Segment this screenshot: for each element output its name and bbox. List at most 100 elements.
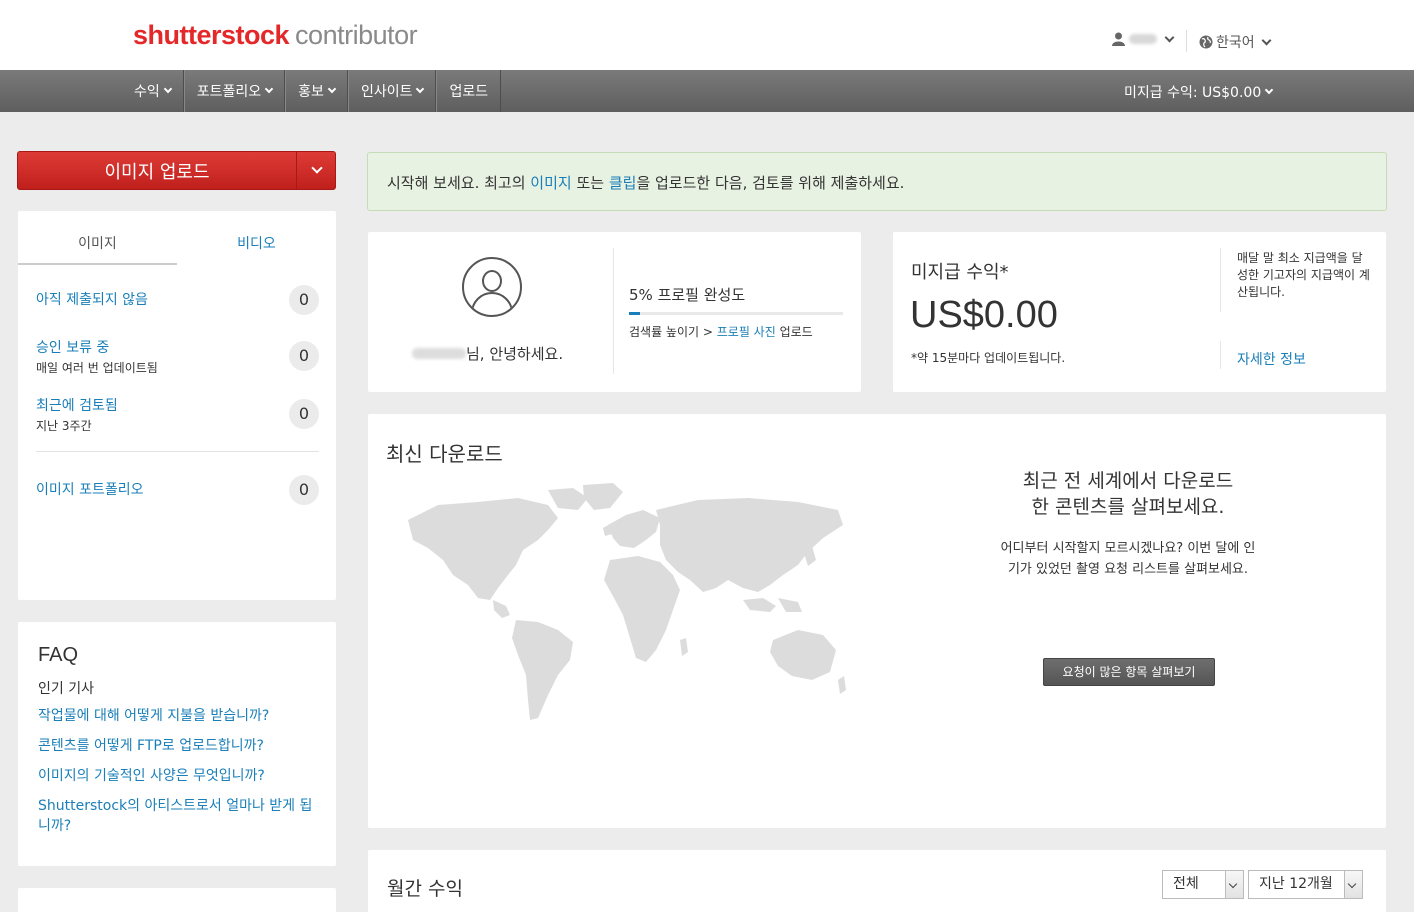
header-divider bbox=[1186, 30, 1187, 52]
status-title[interactable]: 이미지 포트폴리오 bbox=[36, 479, 319, 499]
downloads-title: 최신 다운로드 bbox=[386, 442, 503, 466]
media-tabs: 이미지 비디오 bbox=[18, 229, 336, 265]
chevron-down-icon bbox=[1347, 879, 1357, 889]
nav-label: 업로드 bbox=[449, 84, 489, 100]
progress-fill bbox=[629, 312, 640, 315]
select-value: 전체 bbox=[1173, 876, 1199, 892]
faq-link[interactable]: 이미지의 기술적인 사양은 무엇입니까? bbox=[38, 766, 318, 786]
monthly-title: 월간 수익 bbox=[387, 878, 463, 900]
status-row-recently-reviewed[interactable]: 최근에 검토됨 지난 3주간 0 bbox=[36, 395, 319, 434]
select-value: 지난 12개월 bbox=[1259, 876, 1333, 892]
chevron-down-icon bbox=[163, 84, 173, 94]
language-label: 한국어 bbox=[1216, 35, 1255, 51]
status-count: 0 bbox=[289, 475, 319, 505]
chevron-down-icon bbox=[327, 84, 337, 94]
nav-item-upload[interactable]: 업로드 bbox=[436, 70, 502, 112]
submission-status-panel: 이미지 비디오 아직 제출되지 않음 0 승인 보류 중 매일 여러 번 업데이… bbox=[18, 211, 336, 600]
status-row-portfolio[interactable]: 이미지 포트폴리오 0 bbox=[36, 475, 319, 505]
tip-text: 검색률 높이기 > bbox=[629, 325, 717, 339]
getting-started-alert: 시작해 보세요. 최고의 이미지 또는 클립을 업로드한 다음, 검토를 위해 … bbox=[367, 152, 1387, 211]
select-arrow bbox=[1344, 871, 1362, 898]
user-icon bbox=[1112, 32, 1125, 46]
profile-photo-link[interactable]: 프로필 사진 bbox=[717, 325, 776, 339]
language-selector[interactable]: 한국어 bbox=[1199, 32, 1272, 52]
status-title[interactable]: 승인 보류 중 bbox=[36, 337, 319, 357]
downloads-description: 어디부터 시작할지 모르시겠나요? 이번 달에 인기가 있었던 촬영 요청 리스… bbox=[1000, 541, 1256, 577]
nav-item-earnings[interactable]: 수익 bbox=[122, 70, 184, 112]
faq-link[interactable]: 콘텐츠를 어떻게 FTP로 업로드합니까? bbox=[38, 736, 318, 756]
alert-text: 을 업로드한 다음, 검토를 위해 제출하세요. bbox=[636, 174, 905, 192]
status-divider bbox=[36, 451, 319, 452]
earnings-note: *약 15분마다 업데이트됩니다. bbox=[911, 351, 1066, 365]
status-count: 0 bbox=[289, 399, 319, 429]
chevron-down-icon bbox=[264, 84, 274, 94]
headline-line: 한 콘텐츠를 살펴보세요. bbox=[1031, 496, 1225, 518]
nav-label: 포트폴리오 bbox=[196, 84, 262, 100]
top-header: shutterstock contributor 한국어 bbox=[0, 0, 1414, 70]
alert-text: 시작해 보세요. 최고의 bbox=[387, 174, 531, 192]
earnings-amount: US$0.00 bbox=[910, 294, 1058, 336]
username-blurred bbox=[1129, 34, 1157, 44]
earnings-title: 미지급 수익* bbox=[911, 262, 1009, 283]
earnings-divider bbox=[1220, 341, 1221, 369]
nav-label: 인사이트 bbox=[360, 84, 413, 100]
profile-card: 님, 안녕하세요. 5% 프로필 완성도 검색률 높이기 > 프로필 사진 업로… bbox=[368, 232, 861, 392]
alert-images-link[interactable]: 이미지 bbox=[530, 174, 571, 192]
status-title[interactable]: 최근에 검토됨 bbox=[36, 395, 319, 415]
tab-images[interactable]: 이미지 bbox=[18, 229, 177, 265]
alert-clips-link[interactable]: 클립 bbox=[609, 174, 637, 192]
chevron-down-icon bbox=[416, 84, 425, 94]
profile-tip: 검색률 높이기 > 프로필 사진 업로드 bbox=[629, 323, 813, 340]
globe-icon bbox=[1199, 35, 1213, 49]
tip-text: 업로드 bbox=[775, 325, 813, 339]
status-row-not-submitted[interactable]: 아직 제출되지 않음 0 bbox=[36, 285, 319, 315]
logo-brand: shutterstock bbox=[133, 20, 290, 50]
sidebar-extra-card bbox=[18, 888, 336, 912]
tab-videos[interactable]: 비디오 bbox=[177, 229, 336, 265]
headline-line: 최근 전 세계에서 다운로드 bbox=[1022, 470, 1234, 492]
status-count: 0 bbox=[289, 341, 319, 371]
upload-dropdown-toggle[interactable] bbox=[296, 152, 336, 189]
earnings-info: 매달 말 최소 지급액을 달성한 기고자의 지급액이 계산됩니다. bbox=[1237, 251, 1370, 299]
profile-divider bbox=[613, 248, 614, 374]
world-map bbox=[408, 483, 846, 720]
earnings-more-link[interactable]: 자세한 정보 bbox=[1237, 349, 1306, 369]
shutterstock-contributor-logo[interactable]: shutterstock contributor bbox=[133, 20, 418, 51]
faq-link[interactable]: 작업물에 대해 어떻게 지불을 받습니까? bbox=[38, 706, 318, 726]
chevron-down-icon bbox=[310, 162, 323, 174]
status-title[interactable]: 아직 제출되지 않음 bbox=[36, 289, 319, 309]
recent-downloads-card: 최신 다운로드 최근 전 세계에서 다운로드 한 콘텐츠를 살펴보세요. 어디부… bbox=[368, 414, 1386, 828]
upload-images-button[interactable]: 이미지 업로드 bbox=[17, 151, 336, 190]
main-nav: 수익 포트폴리오 홍보 인사이트 업로드 미지급 수익: US$0.00 bbox=[0, 70, 1414, 112]
status-row-pending[interactable]: 승인 보류 중 매일 여러 번 업데이트됨 0 bbox=[36, 337, 319, 376]
avatar-placeholder-icon[interactable] bbox=[462, 257, 522, 317]
type-filter-select[interactable]: 전체 bbox=[1162, 870, 1244, 899]
nav-item-promote[interactable]: 홍보 bbox=[285, 70, 348, 112]
faq-link[interactable]: Shutterstock의 아티스트로서 얼마나 받게 됩니까? bbox=[38, 796, 318, 836]
chevron-down-icon bbox=[1261, 35, 1272, 45]
user-menu[interactable] bbox=[1112, 32, 1175, 46]
chevron-down-icon bbox=[1228, 879, 1238, 889]
greeting: 님, 안녕하세요. bbox=[412, 343, 563, 364]
downloads-headline: 최근 전 세계에서 다운로드 한 콘텐츠를 살펴보세요. bbox=[968, 468, 1288, 520]
logo-sub: contributor bbox=[295, 20, 418, 50]
chevron-down-icon bbox=[1164, 32, 1175, 42]
status-count: 0 bbox=[289, 285, 319, 315]
alert-text: 또는 bbox=[571, 174, 609, 192]
faq-panel: FAQ 인기 기사 작업물에 대해 어떻게 지불을 받습니까? 콘텐츠를 어떻게… bbox=[18, 622, 336, 866]
unpaid-earnings-label: 미지급 수익: US$0.00 bbox=[1124, 85, 1262, 101]
unpaid-earnings-menu[interactable]: 미지급 수익: US$0.00 bbox=[1124, 82, 1274, 102]
status-desc: 매일 여러 번 업데이트됨 bbox=[36, 361, 158, 375]
faq-subtitle: 인기 기사 bbox=[38, 681, 94, 697]
unpaid-earnings-card: 미지급 수익* US$0.00 *약 15분마다 업데이트됩니다. 매달 말 최… bbox=[893, 232, 1386, 392]
faq-title: FAQ bbox=[38, 644, 79, 666]
nav-item-portfolio[interactable]: 포트폴리오 bbox=[183, 70, 286, 112]
upload-button-label: 이미지 업로드 bbox=[104, 161, 210, 183]
username-blurred bbox=[412, 348, 466, 359]
browse-requests-button[interactable]: 요청이 많은 항목 살펴보기 bbox=[1043, 658, 1215, 686]
nav-label: 홍보 bbox=[298, 84, 324, 100]
nav-item-insights[interactable]: 인사이트 bbox=[347, 70, 437, 112]
range-filter-select[interactable]: 지난 12개월 bbox=[1248, 870, 1363, 899]
select-arrow bbox=[1225, 871, 1243, 898]
greeting-text: 님, 안녕하세요. bbox=[466, 345, 564, 363]
